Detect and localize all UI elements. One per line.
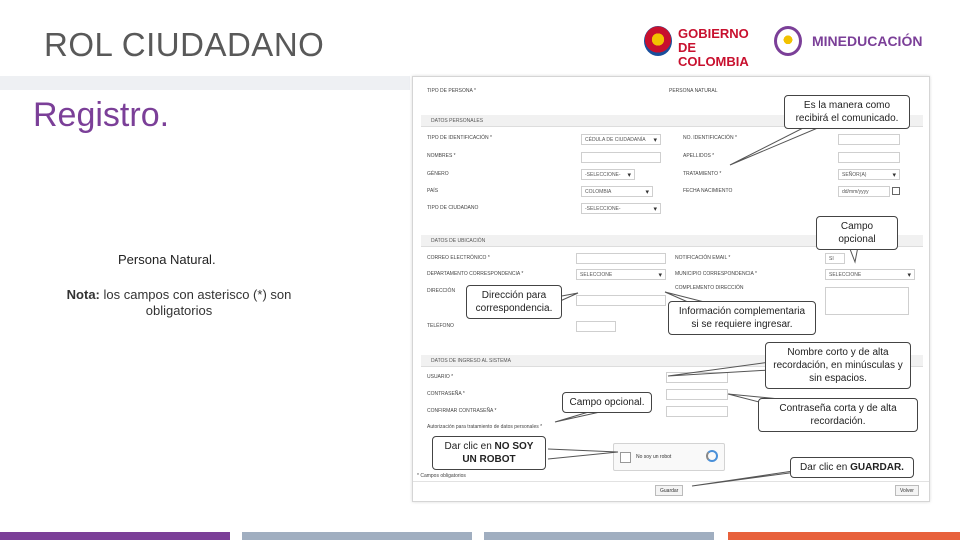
callout-guardar: Dar clic en GUARDAR.: [790, 457, 914, 478]
callout-guardar-pre: Dar clic en: [800, 462, 851, 473]
bottom-bar-1: [0, 532, 230, 540]
callout-guardar-bold: GUARDAR.: [850, 462, 904, 473]
callout-campo-opcional-2: Campo opcional.: [562, 392, 652, 413]
callout-captcha: Dar clic en NO SOY UN ROBOT: [432, 436, 546, 470]
callout-notificacion: Es la manera como recibirá el comunicado…: [784, 95, 910, 129]
callout-campo-opcional-1: Campo opcional: [816, 216, 898, 250]
callout-contrasena: Contraseña corta y de alta recordación.: [758, 398, 918, 432]
callout-captcha-pre: Dar clic en: [444, 441, 495, 452]
bottom-bar-2: [242, 532, 472, 540]
bottom-bar-3: [484, 532, 714, 540]
callout-direccion: Dirección para correspondencia.: [466, 285, 562, 319]
callout-usuario: Nombre corto y de alta recordación, en m…: [765, 342, 911, 389]
bottom-bar-4: [728, 532, 960, 540]
callout-complemento: Información complementaria si se requier…: [668, 301, 816, 335]
